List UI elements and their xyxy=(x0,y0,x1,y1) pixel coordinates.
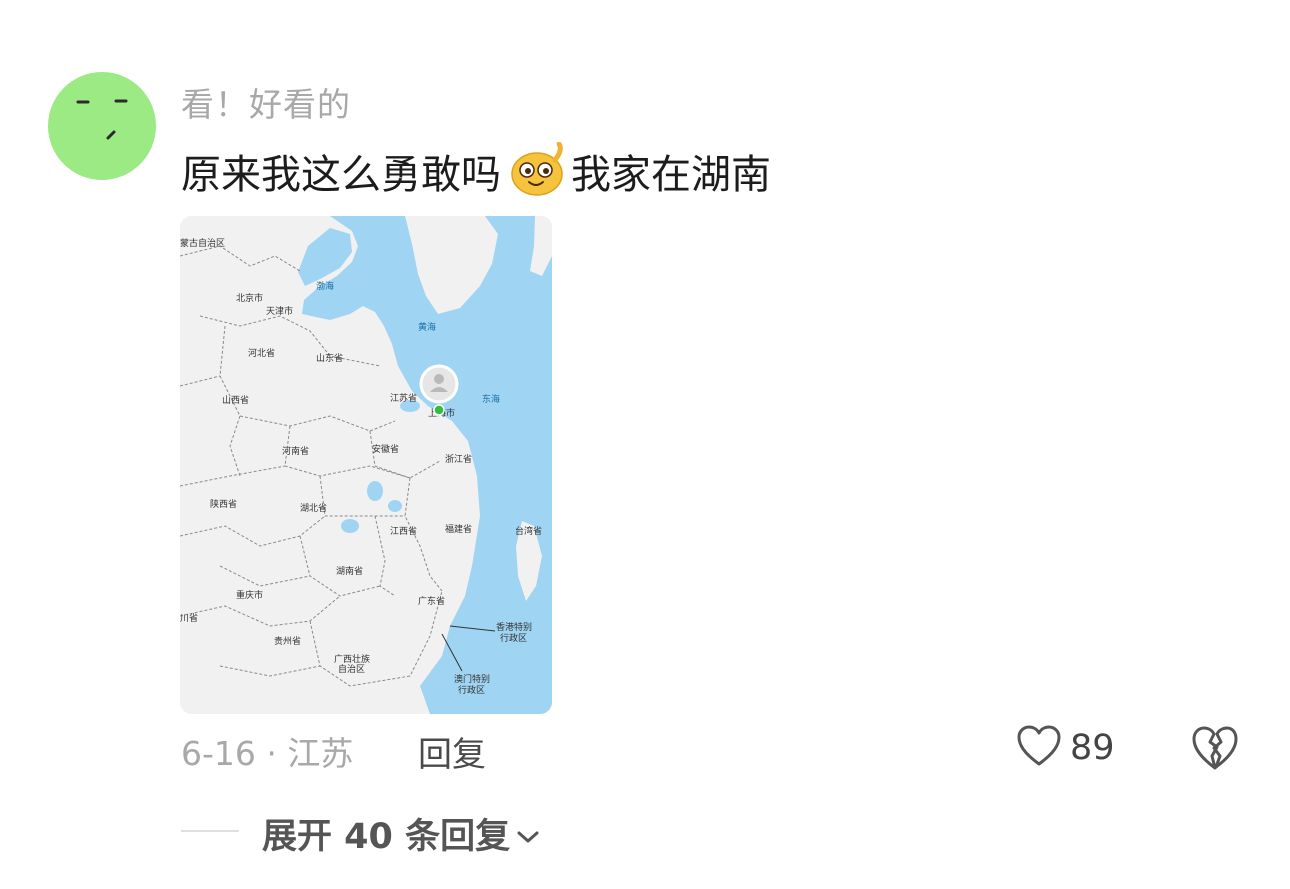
grinning-face-emoji-icon xyxy=(509,141,567,200)
map-label: 湖南省 xyxy=(336,565,363,577)
map-image[interactable]: 蒙古自治区 北京市 天津市 河北省 山东省 山西省 河南省 江苏省 上海市 安徽… xyxy=(180,216,552,714)
map-label: 山西省 xyxy=(222,394,249,406)
map-label: 川省 xyxy=(180,612,198,624)
map-label: 黄海 xyxy=(418,321,436,333)
map-label: 湖北省 xyxy=(300,502,327,514)
map-label: 江苏省 xyxy=(390,392,417,404)
map-label: 山东省 xyxy=(316,352,343,364)
heart-icon xyxy=(1016,724,1062,772)
map-label: 河北省 xyxy=(248,347,275,359)
username[interactable]: 看！好看的 xyxy=(181,78,351,126)
divider-line xyxy=(181,830,239,832)
map-label: 北京市 xyxy=(236,292,263,304)
dislike-button[interactable] xyxy=(1190,724,1240,776)
reply-button[interactable]: 回复 xyxy=(418,727,486,776)
map-label: 浙江省 xyxy=(445,453,472,465)
map-label: 广西壮族 xyxy=(334,653,370,665)
map-label: 福建省 xyxy=(445,523,472,535)
map-label: 行政区 xyxy=(500,632,527,644)
comment-date-location: 6-16 · 江苏 xyxy=(181,734,354,773)
map-label: 重庆市 xyxy=(236,589,263,601)
broken-heart-icon xyxy=(1190,726,1240,776)
map-label: 蒙古自治区 xyxy=(180,237,225,249)
map-label: 广东省 xyxy=(418,595,445,607)
expand-replies-button[interactable]: 展开 40 条回复 xyxy=(262,808,540,859)
like-count: 89 xyxy=(1070,728,1115,768)
map-label: 自治区 xyxy=(338,663,365,675)
map-label: 陕西省 xyxy=(210,498,237,510)
chevron-down-icon xyxy=(516,814,540,854)
map-label: 渤海 xyxy=(316,280,334,292)
map-label: 河南省 xyxy=(282,445,309,457)
map-label: 安徽省 xyxy=(372,443,399,455)
map-label: 澳门特别 xyxy=(454,673,490,685)
expand-replies-label: 展开 40 条回复 xyxy=(262,817,511,857)
comment-text-before: 原来我这么勇敢吗 xyxy=(181,152,501,198)
map-label: 天津市 xyxy=(266,305,293,317)
like-button[interactable]: 89 xyxy=(1016,724,1115,772)
map-label: 行政区 xyxy=(458,684,485,696)
avatar[interactable] xyxy=(48,72,156,180)
comment-text: 原来我这么勇敢吗 我家在湖南 xyxy=(181,141,771,200)
avatar-face-icon xyxy=(76,99,128,140)
comment-text-after: 我家在湖南 xyxy=(571,152,771,198)
map-label: 东海 xyxy=(482,393,500,405)
map-label: 江西省 xyxy=(390,525,417,537)
map-label: 台湾省 xyxy=(515,525,542,537)
map-label: 贵州省 xyxy=(274,635,301,647)
map-label: 香港特别 xyxy=(496,621,532,633)
